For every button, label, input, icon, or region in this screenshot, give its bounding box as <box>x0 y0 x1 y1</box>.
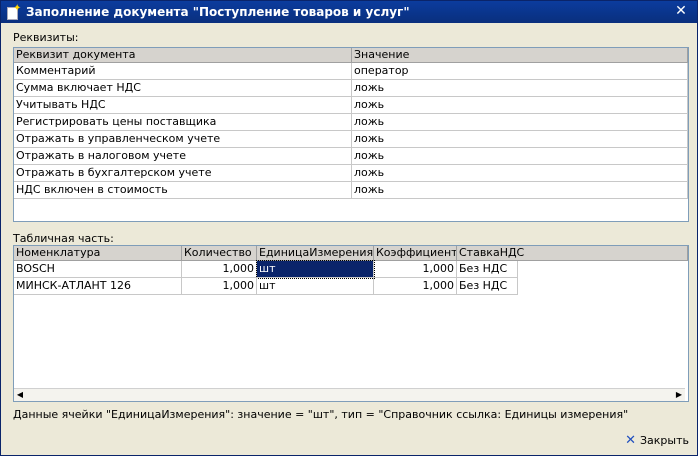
requisite-name-cell[interactable]: Отражать в бухгалтерском учете <box>14 165 352 182</box>
quantity-cell[interactable]: 1,000 <box>182 261 257 278</box>
close-button[interactable]: ✕ Закрыть <box>625 433 689 448</box>
requisite-value-cell[interactable]: оператор <box>352 63 688 80</box>
column-header-vat-rate[interactable]: СтавкаНДС <box>457 246 688 261</box>
window-title: Заполнение документа "Поступление товаро… <box>26 5 410 19</box>
requisite-value-cell[interactable]: ложь <box>352 165 688 182</box>
requisite-name-cell[interactable]: НДС включен в стоимость <box>14 182 352 199</box>
requisites-label: Реквизиты: <box>13 31 79 44</box>
dialog-window: ✦ Заполнение документа "Поступление това… <box>0 0 698 456</box>
requisite-value-cell[interactable]: ложь <box>352 114 688 131</box>
requisite-value-cell[interactable]: ложь <box>352 97 688 114</box>
vat-rate-cell[interactable]: Без НДС <box>457 278 518 295</box>
coefficient-cell[interactable]: 1,000 <box>374 261 457 278</box>
requisites-grid[interactable]: Реквизит документа Значение Комментарий … <box>13 47 689 222</box>
column-header-value[interactable]: Значение <box>352 48 688 63</box>
tabular-label: Табличная часть: <box>13 232 114 245</box>
nomenclature-cell[interactable]: МИНСК-АТЛАНТ 126 <box>14 278 182 295</box>
horizontal-scrollbar[interactable]: ◀ ▶ <box>14 388 685 401</box>
requisite-name-cell[interactable]: Комментарий <box>14 63 352 80</box>
requisite-value-cell[interactable]: ложь <box>352 80 688 97</box>
requisite-name-cell[interactable]: Регистрировать цены поставщика <box>14 114 352 131</box>
requisite-name-cell[interactable]: Учитывать НДС <box>14 97 352 114</box>
requisite-value-cell[interactable]: ложь <box>352 148 688 165</box>
unit-cell-selected[interactable]: шт <box>256 260 375 279</box>
requisite-name-cell[interactable]: Отражать в управленческом учете <box>14 131 352 148</box>
scroll-left-icon[interactable]: ◀ <box>14 389 26 401</box>
document-icon: ✦ <box>6 3 21 20</box>
close-window-icon[interactable]: ✕ <box>673 3 689 19</box>
column-header-unit[interactable]: ЕдиницаИзмерения <box>257 246 374 261</box>
requisite-name-cell[interactable]: Отражать в налоговом учете <box>14 148 352 165</box>
tabular-grid[interactable]: Номенклатура Количество ЕдиницаИзмерения… <box>13 245 689 402</box>
close-icon: ✕ <box>625 433 636 448</box>
scroll-right-icon[interactable]: ▶ <box>673 389 685 401</box>
vat-rate-cell[interactable]: Без НДС <box>457 261 518 278</box>
requisite-value-cell[interactable]: ложь <box>352 131 688 148</box>
column-header-quantity[interactable]: Количество <box>182 246 257 261</box>
close-button-label: Закрыть <box>640 434 689 447</box>
column-header-requisite[interactable]: Реквизит документа <box>14 48 352 63</box>
coefficient-cell[interactable]: 1,000 <box>374 278 457 295</box>
column-header-coefficient[interactable]: Коэффициент <box>374 246 457 261</box>
nomenclature-cell[interactable]: BOSCH <box>14 261 182 278</box>
unit-cell[interactable]: шт <box>257 278 374 295</box>
requisite-value-cell[interactable]: ложь <box>352 182 688 199</box>
requisite-name-cell[interactable]: Сумма включает НДС <box>14 80 352 97</box>
quantity-cell[interactable]: 1,000 <box>182 278 257 295</box>
column-header-nomenclature[interactable]: Номенклатура <box>14 246 182 261</box>
status-text: Данные ячейки "ЕдиницаИзмерения": значен… <box>13 408 629 421</box>
title-bar[interactable]: ✦ Заполнение документа "Поступление това… <box>1 1 697 23</box>
